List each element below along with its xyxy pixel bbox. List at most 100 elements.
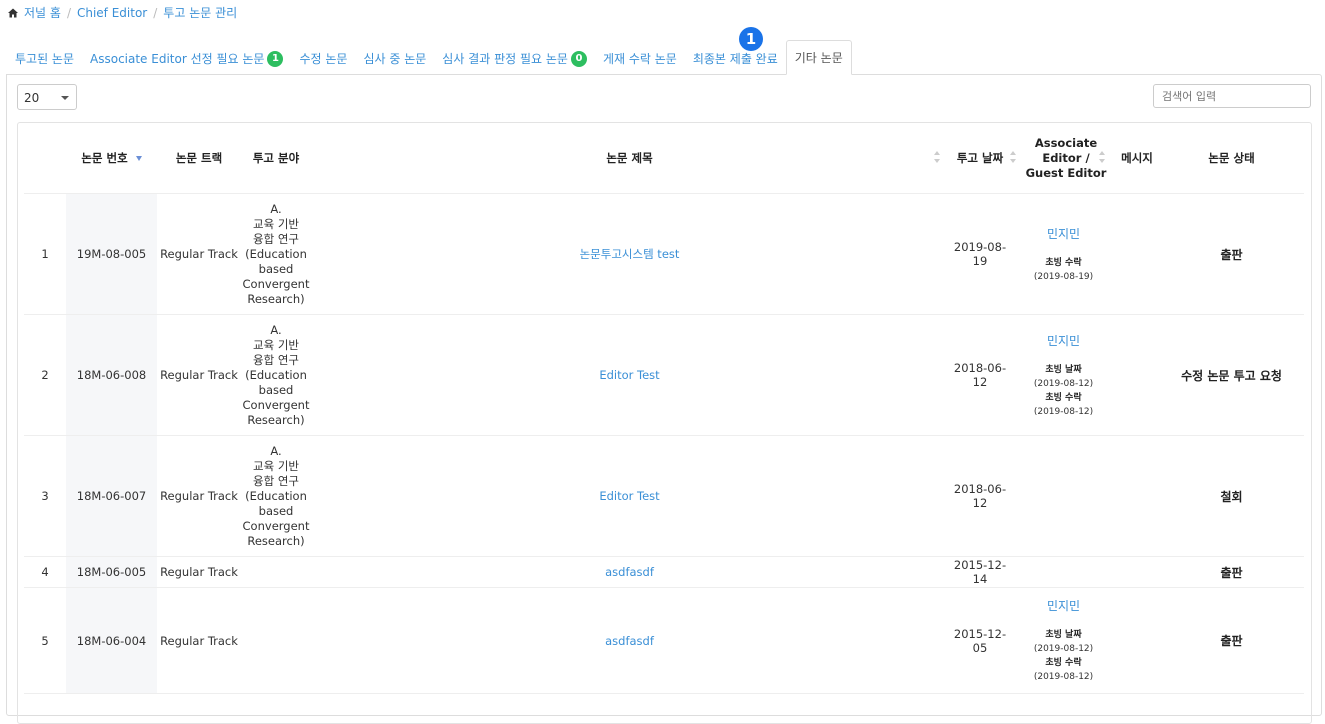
field-line: Convergent: [242, 518, 310, 533]
count-badge: 1: [267, 50, 284, 67]
paper-title-cell: 논문투고시스템 test: [311, 193, 948, 315]
paper-track: Regular Track: [157, 314, 241, 436]
field-line: Research): [247, 291, 305, 306]
paper-title-link[interactable]: Editor Test: [599, 489, 659, 503]
tab-0[interactable]: 투고된 논문: [7, 42, 82, 75]
step-marker: 1: [739, 27, 763, 51]
table-row[interactable]: 3 18M-06-007 Regular Track A. 교육 기반 융합 연구 (Edu…: [24, 435, 1304, 557]
message-cell: [1115, 314, 1159, 436]
col-editor-label-2: Editor /: [1042, 150, 1090, 165]
table-row[interactable]: 1 19M-08-005 Regular Track A. 교육 기반 융합 연구 (Edu…: [24, 193, 1304, 315]
tab-6[interactable]: 최종본 제출 완료: [685, 42, 786, 75]
paper-title-link[interactable]: Editor Test: [599, 368, 659, 382]
invite-event-date: (2019-08-12): [1033, 378, 1094, 389]
paper-title-link[interactable]: asdfasdf: [605, 634, 654, 648]
col-paper-number[interactable]: 논문 번호: [66, 123, 157, 194]
paper-title-link[interactable]: 논문투고시스템 test: [580, 247, 680, 261]
tab-1[interactable]: Associate Editor 선정 필요 논문 1: [82, 42, 291, 75]
col-status: 논문 상태: [1159, 123, 1304, 194]
editor-cell: [1012, 435, 1115, 557]
status-tabs: 투고된 논문 Associate Editor 선정 필요 논문 1 수정 논문 심사 …: [7, 40, 852, 75]
paper-title-cell: Editor Test: [311, 435, 948, 557]
tab-4[interactable]: 심사 결과 판정 필요 논문 0: [434, 42, 595, 75]
page-size-select[interactable]: 20: [17, 84, 77, 110]
paper-number: 18M-06-005: [66, 556, 157, 588]
search-input[interactable]: [1153, 84, 1311, 108]
col-date[interactable]: 투고 날짜: [948, 123, 1016, 194]
col-track: 논문 트랙: [157, 123, 241, 194]
paper-status: 철회: [1159, 435, 1304, 557]
papers-table-container: 논문 번호 논문 트랙 투고 분야 논문 제목 투고 날짜 Associate …: [17, 122, 1312, 724]
tab-2[interactable]: 수정 논문: [291, 42, 355, 75]
paper-field: [241, 587, 311, 694]
papers-table: 논문 번호 논문 트랙 투고 분야 논문 제목 투고 날짜 Associate …: [24, 123, 1304, 694]
field-line: based: [258, 503, 294, 518]
breadcrumb-chief-editor[interactable]: Chief Editor: [77, 6, 147, 20]
table-row[interactable]: 2 18M-06-008 Regular Track A. 교육 기반 융합 연구 (Edu…: [24, 314, 1304, 436]
paper-field: A. 교육 기반 융합 연구 (Education based Convergent Res…: [241, 435, 311, 557]
submit-date: 2018-06-12: [948, 314, 1012, 436]
field-line: 교육 기반: [253, 216, 299, 231]
row-index: 1: [24, 193, 66, 315]
invite-event-date: (2019-08-12): [1033, 672, 1094, 682]
breadcrumb-manuscript-management[interactable]: 투고 논문 관리: [163, 4, 237, 21]
paper-status: 출판: [1159, 587, 1304, 694]
status-text: 철회: [1220, 489, 1243, 504]
breadcrumb-journal-home[interactable]: 저널 홈: [24, 4, 61, 21]
message-cell: [1115, 556, 1159, 588]
invite-event-date: (2019-08-19): [1033, 271, 1094, 282]
tab-label: 최종본 제출 완료: [692, 52, 778, 66]
sort-icon: [1099, 151, 1105, 163]
editor-name-link[interactable]: 민지민: [1013, 225, 1114, 242]
sort-icon: [934, 151, 940, 163]
paper-track: Regular Track: [157, 435, 241, 557]
content-panel: 20 논문 번호 논문 트랙 투고 분야 논문 제목 투고 날짜 Associa…: [6, 74, 1322, 724]
row-index: 4: [24, 556, 66, 588]
paper-title-link[interactable]: asdfasdf: [605, 565, 654, 579]
paper-track: Regular Track: [157, 556, 241, 588]
home-icon: [8, 8, 18, 17]
col-title[interactable]: 논문 제목: [311, 123, 948, 194]
editor-name-link[interactable]: 민지민: [1013, 597, 1114, 614]
field-line: 교육 기반: [253, 458, 299, 473]
col-editor-label-1: Associate: [1034, 135, 1098, 150]
chevron-down-icon: [61, 96, 69, 100]
invite-event-label: 초빙 날짜: [1045, 630, 1082, 640]
tab-5[interactable]: 게재 수락 논문: [595, 42, 685, 75]
submit-date: 2018-06-12: [948, 435, 1012, 557]
field-line: 융합 연구: [253, 231, 299, 246]
tab-7[interactable]: 기타 논문: [785, 40, 852, 75]
submit-date: 2015-12-05: [948, 587, 1012, 694]
field-line: Convergent: [242, 276, 310, 291]
invite-event-date: (2019-08-12): [1033, 644, 1094, 654]
field-line: 융합 연구: [253, 352, 299, 367]
field-line: (Education: [245, 488, 307, 503]
editor-cell: 민지민 초빙 날짜 (2019-08-12) 초빙 수락 (2019-08-12): [1012, 314, 1115, 436]
message-cell: [1115, 587, 1159, 694]
paper-number: 18M-06-004: [66, 587, 157, 694]
paper-field: [241, 556, 311, 588]
invite-event-label: 초빙 날짜: [1045, 364, 1082, 375]
paper-status: 출판: [1159, 193, 1304, 315]
status-text: 수정 논문 투고 요청: [1181, 368, 1282, 383]
paper-number: 19M-08-005: [66, 193, 157, 315]
paper-number: 18M-06-007: [66, 435, 157, 557]
table-row[interactable]: 5 18M-06-004 Regular Track asdfasdf 2015-12-…: [24, 587, 1304, 694]
col-field: 투고 분야: [241, 123, 311, 194]
col-editor[interactable]: Associate Editor / Guest Editor: [1012, 123, 1115, 194]
paper-title-cell: asdfasdf: [311, 587, 948, 694]
paper-title-cell: asdfasdf: [311, 556, 948, 588]
editor-name-link[interactable]: 민지민: [1013, 332, 1114, 349]
col-message: 메시지: [1115, 123, 1159, 194]
tab-3[interactable]: 심사 중 논문: [355, 42, 434, 75]
status-text: 출판: [1220, 565, 1243, 580]
breadcrumb: 저널 홈 / Chief Editor / 투고 논문 관리: [8, 4, 237, 21]
paper-field: A. 교육 기반 융합 연구 (Education based Convergent Res…: [241, 193, 311, 315]
row-index: 3: [24, 435, 66, 557]
tab-label: Associate Editor 선정 필요 논문: [90, 52, 265, 66]
paper-track: Regular Track: [157, 193, 241, 315]
field-line: Research): [247, 533, 305, 548]
field-line: based: [258, 261, 294, 276]
table-row[interactable]: 4 18M-06-005 Regular Track asdfasdf 2015-12-…: [24, 556, 1304, 588]
col-title-label: 논문 제목: [606, 151, 653, 165]
